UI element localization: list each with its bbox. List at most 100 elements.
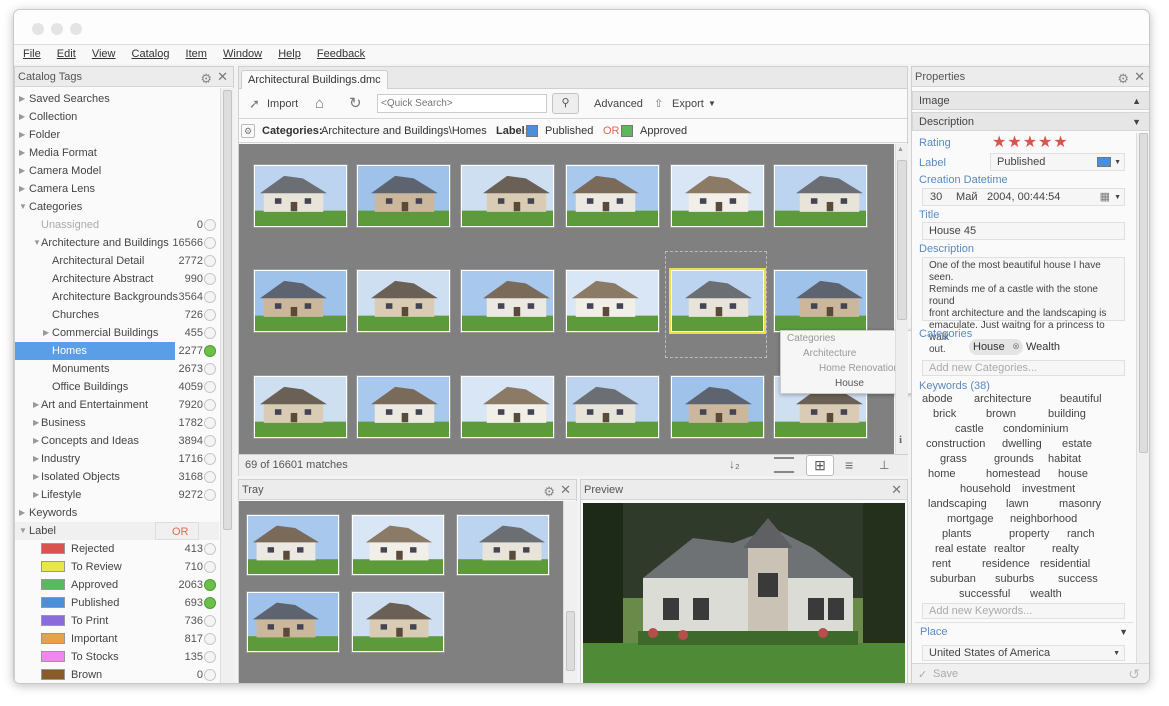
image-thumbnail[interactable] — [357, 376, 450, 438]
tree-item[interactable]: Architecture Backgrounds 3564 — [15, 288, 219, 306]
keyword-tag[interactable]: homestead — [986, 468, 1040, 480]
keyword-tag[interactable]: condominium — [1003, 423, 1068, 435]
tree-item-checkbox[interactable] — [204, 381, 216, 393]
tree-item[interactable]: ▶ Camera Lens — [15, 180, 219, 198]
category-wealth[interactable]: Wealth — [1026, 341, 1060, 353]
keyword-tag[interactable]: residence — [982, 558, 1030, 570]
menu-view[interactable]: View — [92, 45, 116, 64]
sort-icon[interactable]: ↓₂ — [729, 457, 740, 471]
scroll-up-icon[interactable]: ▲ — [897, 146, 904, 153]
image-thumbnail[interactable] — [566, 270, 659, 332]
image-thumbnail[interactable] — [357, 165, 450, 227]
tree-item[interactable]: Rejected 413 — [15, 540, 219, 558]
refresh-icon[interactable]: ↻ — [349, 89, 362, 119]
search-icon[interactable]: ⚲ — [552, 93, 579, 114]
tree-item[interactable]: ▶ Concepts and Ideas 3894 — [15, 432, 219, 450]
image-section-header[interactable]: Image ▲ — [912, 91, 1149, 110]
keyword-tag[interactable]: realty — [1052, 543, 1079, 555]
gear-icon[interactable]: ⚙ — [200, 69, 212, 89]
import-icon[interactable]: ➚ — [249, 89, 260, 119]
tree-item[interactable]: Important 817 — [15, 630, 219, 648]
grid-scrollbar[interactable]: ▲ i — [895, 144, 908, 454]
quick-search-input[interactable] — [377, 94, 547, 113]
keyword-tag[interactable]: lawn — [1006, 498, 1029, 510]
list-view-icon[interactable]: ≡ — [845, 455, 853, 476]
tree-item-checkbox[interactable] — [204, 345, 216, 357]
save-button[interactable]: Save — [933, 668, 958, 680]
tree-scrollbar[interactable] — [220, 88, 234, 683]
filmstrip-view-icon[interactable] — [774, 457, 794, 473]
info-icon[interactable]: i — [899, 434, 902, 446]
place-field[interactable]: United States of America ▼ — [922, 645, 1125, 661]
image-thumbnail[interactable] — [566, 165, 659, 227]
close-window-button[interactable] — [32, 23, 44, 35]
tree-item-checkbox[interactable] — [204, 327, 216, 339]
calendar-icon[interactable]: ▦ — [1100, 189, 1110, 206]
expand-right-icon[interactable]: ▶ — [33, 432, 39, 450]
keyword-tag[interactable]: suburban — [930, 573, 976, 585]
grid-view-icon[interactable]: ⊞ — [806, 455, 834, 476]
image-thumbnail[interactable] — [774, 165, 867, 227]
keyword-tag[interactable]: ranch — [1067, 528, 1095, 540]
expand-right-icon[interactable]: ▶ — [19, 504, 25, 522]
keyword-tag[interactable]: building — [1048, 408, 1086, 420]
tree-item[interactable]: ▶ Lifestyle 9272 — [15, 486, 219, 504]
image-thumbnail[interactable] — [774, 270, 867, 332]
keyword-tag[interactable]: rent — [932, 558, 951, 570]
tab-architectural-buildings[interactable]: Architectural Buildings.dmc — [241, 70, 388, 89]
tree-item[interactable]: Churches 726 — [15, 306, 219, 324]
menu-edit[interactable]: Edit — [57, 45, 76, 64]
tree-item[interactable]: ▶ Keywords — [15, 504, 219, 522]
expand-right-icon[interactable]: ▶ — [43, 324, 49, 342]
tray-scroll-thumb[interactable] — [566, 611, 575, 671]
label-or-toggle[interactable]: OR — [155, 522, 199, 540]
tree-item-checkbox[interactable] — [204, 399, 216, 411]
expand-right-icon[interactable]: ▶ — [33, 396, 39, 414]
home-icon[interactable]: ⌂ — [315, 89, 324, 119]
menu-feedback[interactable]: Feedback — [317, 45, 365, 64]
keyword-tag[interactable]: mortgage — [947, 513, 993, 525]
tree-item[interactable]: ▶ Camera Model — [15, 162, 219, 180]
label-select[interactable]: Published ▼ — [990, 153, 1125, 171]
tree-item-checkbox[interactable] — [204, 273, 216, 285]
tray-thumbnail[interactable] — [352, 515, 444, 575]
tree-item[interactable]: Homes 2277 — [15, 342, 219, 360]
tree-item[interactable]: To Review 710 — [15, 558, 219, 576]
menu-help[interactable]: Help — [278, 45, 301, 64]
tree-item[interactable]: Office Buildings 4059 — [15, 378, 219, 396]
revert-icon[interactable]: ↺ — [1128, 666, 1140, 683]
tree-item-checkbox[interactable] — [204, 633, 216, 645]
image-thumbnail[interactable] — [671, 376, 764, 438]
expand-right-icon[interactable]: ▶ — [19, 126, 25, 144]
keyword-tag[interactable]: abode — [922, 393, 953, 405]
tree-item[interactable]: Architecture Abstract 990 — [15, 270, 219, 288]
zoom-window-button[interactable] — [70, 23, 82, 35]
tree-item[interactable]: Approved 2063 — [15, 576, 219, 594]
tree-item[interactable]: Monuments 2673 — [15, 360, 219, 378]
tray-thumbnail[interactable] — [247, 592, 339, 652]
tree-item[interactable]: ▶ Industry 1716 — [15, 450, 219, 468]
tree-item[interactable]: ▶ Commercial Buildings 455 — [15, 324, 219, 342]
keyword-tag[interactable]: habitat — [1048, 453, 1081, 465]
tree-item[interactable]: ▼ Categories — [15, 198, 219, 216]
chevron-down-icon[interactable]: ▼ — [708, 89, 716, 119]
expand-right-icon[interactable]: ▶ — [33, 450, 39, 468]
image-thumbnail[interactable] — [254, 270, 347, 332]
image-thumbnail[interactable] — [254, 376, 347, 438]
grid-scroll-thumb[interactable] — [897, 160, 907, 320]
keyword-tag[interactable]: estate — [1062, 438, 1092, 450]
image-thumbnail[interactable] — [566, 376, 659, 438]
filter-settings-icon[interactable]: ⚙ — [241, 124, 255, 138]
rating-stars[interactable]: ★★★★★ — [992, 132, 1069, 152]
tree-item-checkbox[interactable] — [204, 237, 216, 249]
image-thumbnail[interactable] — [461, 270, 554, 332]
tray-thumbnail[interactable] — [457, 515, 549, 575]
tree-item[interactable]: ▶ Art and Entertainment 7920 — [15, 396, 219, 414]
creation-datetime-field[interactable]: 30 Май 2004, 00:44:54 ▦ ▼ — [922, 188, 1125, 206]
tree-item[interactable]: Brown 0 — [15, 666, 219, 683]
export-button[interactable]: Export — [672, 89, 704, 119]
keyword-tag[interactable]: wealth — [1030, 588, 1062, 600]
keyword-tag[interactable]: construction — [926, 438, 985, 450]
tree-item-checkbox[interactable] — [204, 489, 216, 501]
image-thumbnail[interactable] — [461, 376, 554, 438]
